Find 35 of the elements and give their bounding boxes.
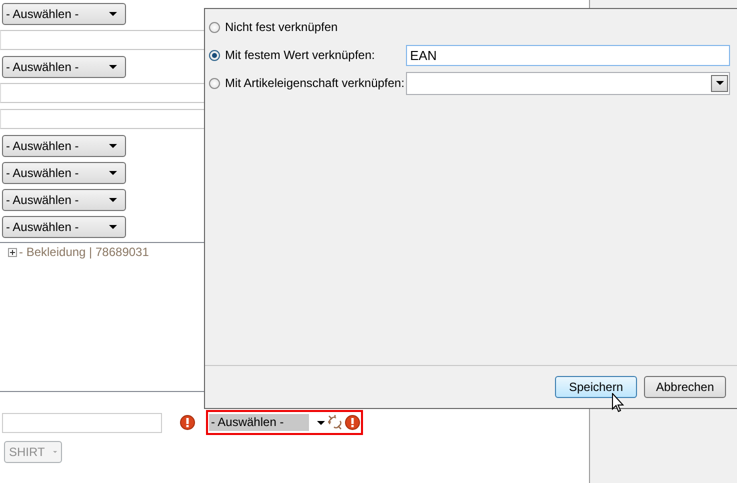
dropdown[interactable]: - Auswählen - [2,135,126,157]
radio-button[interactable] [209,22,220,32]
caret-icon [109,12,117,16]
dropdown[interactable]: - Auswählen - [2,162,126,184]
caret-icon [109,171,117,175]
error-icon [180,415,195,430]
option-label[interactable]: Nicht fest verknüpfen [225,20,338,34]
text-field[interactable] [2,412,162,432]
caret-icon [109,225,117,229]
text-input[interactable]: EAN [406,44,730,66]
error-icon [345,415,360,430]
caret-icon [52,450,57,454]
caret-icon [109,65,117,69]
radio-button[interactable] [209,50,220,60]
text-field[interactable] [0,109,205,129]
cursor-icon [612,393,624,412]
option-label[interactable]: Mit festem Wert verknüpfen: [225,48,375,62]
text-field[interactable] [0,83,205,103]
option-label[interactable]: Mit Artikeleigenschaft verknüpfen: [225,76,404,90]
dropdown[interactable]: - Auswählen - [2,56,126,78]
text-field[interactable] [0,30,205,50]
tree-item[interactable]: - Bekleidung | 78689031 [19,245,149,259]
dropdown[interactable]: - Auswählen - [2,216,126,238]
caret-icon [716,81,724,85]
dropdown[interactable]: - Auswählen - [2,189,126,211]
dialog-button[interactable]: Speichern [555,376,637,398]
caret-icon [109,198,117,202]
dropdown[interactable] [406,72,730,94]
caret-icon [109,144,117,148]
broken-link-icon [328,415,342,430]
expand-icon[interactable] [8,248,17,256]
radio-button[interactable] [209,78,220,88]
dropdown[interactable]: - Auswählen - [2,3,126,25]
dialog-button[interactable]: Abbrechen [644,376,726,398]
caret-icon [317,420,325,424]
